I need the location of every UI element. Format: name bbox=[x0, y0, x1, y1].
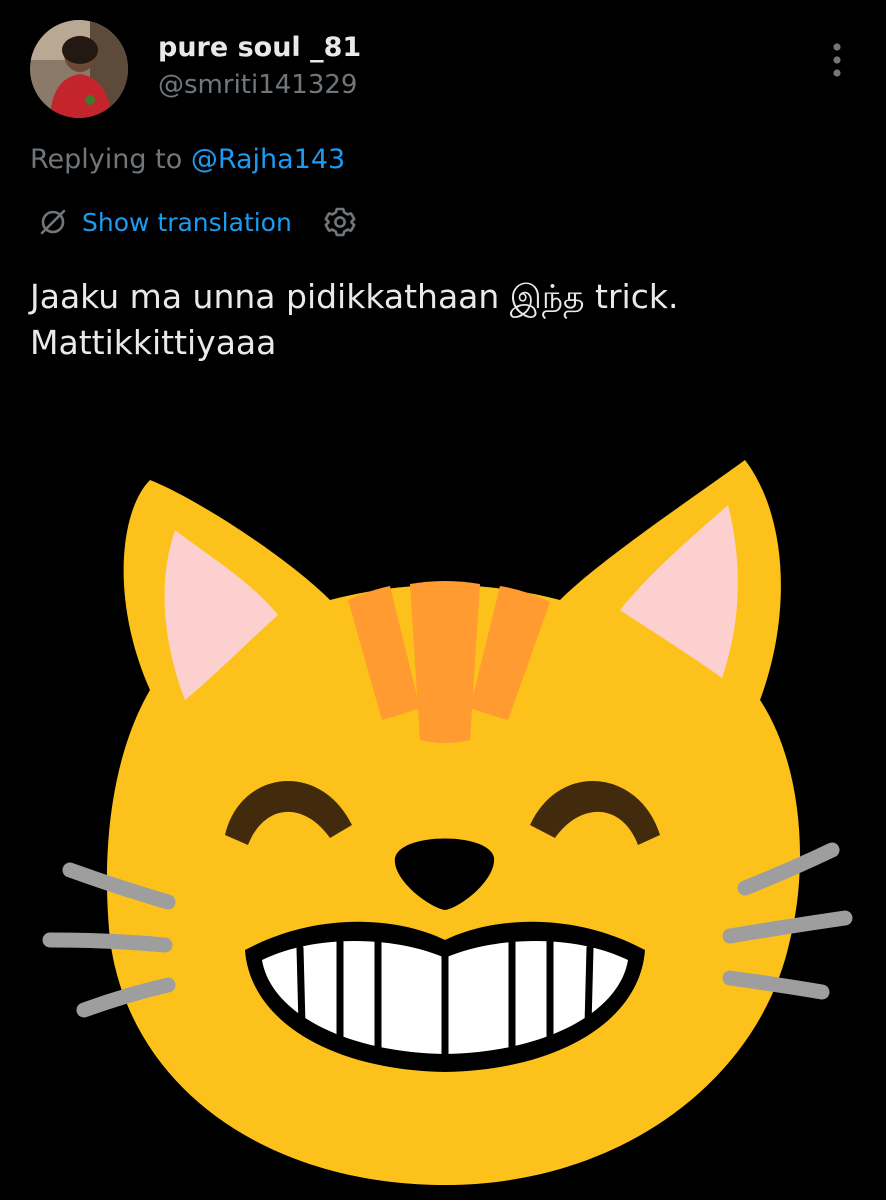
globe-slash-icon bbox=[40, 209, 66, 235]
cat-stripe-center bbox=[410, 581, 480, 743]
avatar[interactable] bbox=[30, 20, 128, 118]
author-display-name[interactable]: pure soul _81 bbox=[158, 32, 361, 63]
translation-row: Show translation bbox=[38, 200, 358, 244]
tweet-text-line-2: Mattikkittiyaaa bbox=[30, 323, 277, 362]
tweet-text-line-1: Jaaku ma unna pidikkathaan இந்த trick. bbox=[30, 277, 679, 316]
replying-to-prefix: Replying to bbox=[30, 144, 191, 175]
author-handle[interactable]: @smriti141329 bbox=[158, 70, 357, 100]
cat-whiskers-left bbox=[42, 862, 176, 1018]
grinning-cat-emoji-image[interactable] bbox=[0, 440, 886, 1200]
gear-icon[interactable] bbox=[322, 204, 358, 240]
avatar-photo bbox=[30, 20, 128, 118]
show-translation-link[interactable]: Show translation bbox=[82, 208, 292, 237]
cat-teeth-gaps bbox=[296, 934, 594, 1058]
more-vertical-icon bbox=[833, 43, 841, 77]
more-options-button[interactable] bbox=[822, 36, 852, 86]
tweet-text: Jaaku ma unna pidikkathaan இந்த trick. M… bbox=[30, 274, 860, 366]
replying-to-mention[interactable]: @Rajha143 bbox=[191, 144, 345, 175]
replying-to: Replying to @Rajha143 bbox=[30, 144, 345, 175]
